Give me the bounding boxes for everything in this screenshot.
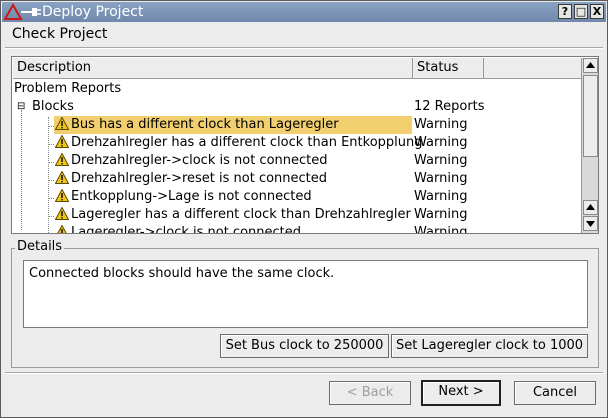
- warning-icon: [57, 225, 67, 233]
- next-button[interactable]: Next >: [421, 380, 501, 406]
- row-status: Warning: [414, 225, 468, 234]
- cancel-button[interactable]: Cancel: [514, 381, 596, 405]
- list-item[interactable]: Entkopplung->Lage is not connected Warni…: [13, 188, 581, 206]
- details-legend: Details: [15, 239, 65, 254]
- title-bar[interactable]: Deploy Project ? □ X: [2, 2, 606, 22]
- set-lageregler-clock-button[interactable]: Set Lageregler clock to 1000: [391, 334, 588, 358]
- arrow-up-icon: [586, 204, 595, 210]
- scroll-thumb[interactable]: [583, 75, 598, 157]
- list-item[interactable]: Drehzahlregler->clock is not connected W…: [13, 152, 581, 170]
- arrow-up-icon: [586, 62, 595, 68]
- warning-icon: [55, 117, 69, 130]
- scroll-top-button[interactable]: [583, 58, 598, 73]
- warning-icon: [55, 135, 69, 148]
- page-heading: Check Project: [12, 26, 108, 42]
- footer-separator: [5, 372, 603, 374]
- scroll-up-button[interactable]: [583, 200, 598, 215]
- row-status: Warning: [414, 135, 468, 150]
- warning-icon: [55, 171, 69, 184]
- scroll-down-button[interactable]: [583, 216, 598, 231]
- row-status: Warning: [414, 153, 468, 168]
- row-description: Lageregler has a different clock than Dr…: [71, 207, 411, 222]
- row-description: Bus has a different clock than Lageregle…: [71, 117, 339, 132]
- deploy-project-window: Deploy Project ? □ X Check Project Descr…: [0, 0, 608, 418]
- row-description: Drehzahlregler has a different clock tha…: [71, 135, 423, 150]
- window-title: Deploy Project: [42, 4, 144, 20]
- group-status: 12 Reports: [414, 99, 485, 114]
- tree-header: Description Status: [13, 58, 581, 79]
- list-item[interactable]: Bus has a different clock than Lageregle…: [13, 116, 581, 134]
- tree-group-row[interactable]: ⊟ Blocks 12 Reports: [13, 98, 581, 116]
- row-status: Warning: [414, 171, 468, 186]
- column-status[interactable]: Status: [413, 58, 484, 79]
- problem-tree[interactable]: Description Status Problem Reports ⊟ Blo…: [11, 56, 599, 234]
- app-logo-icon: [4, 3, 41, 20]
- arrow-down-icon: [586, 221, 595, 227]
- list-item[interactable]: Drehzahlregler->reset is not connected W…: [13, 170, 581, 188]
- row-description: Lageregler->clock is not connected: [71, 225, 302, 234]
- row-status: Warning: [414, 207, 468, 222]
- close-button[interactable]: X: [590, 4, 604, 19]
- help-button[interactable]: ?: [558, 4, 572, 19]
- vertical-scrollbar[interactable]: [581, 58, 598, 233]
- list-item[interactable]: Lageregler has a different clock than Dr…: [13, 206, 581, 224]
- tree-root-row[interactable]: Problem Reports: [13, 80, 581, 98]
- set-bus-clock-button[interactable]: Set Bus clock to 250000: [220, 334, 389, 358]
- row-description: Drehzahlregler->clock is not connected: [71, 153, 328, 168]
- column-description[interactable]: Description: [13, 58, 413, 79]
- warning-icon: [55, 207, 69, 220]
- details-text: Connected blocks should have the same cl…: [23, 260, 588, 328]
- back-button[interactable]: < Back: [329, 381, 411, 405]
- group-label: Blocks: [32, 99, 74, 114]
- warning-icon: [55, 189, 69, 202]
- list-item[interactable]: Drehzahlregler has a different clock tha…: [13, 134, 581, 152]
- root-label: Problem Reports: [14, 81, 122, 96]
- row-status: Warning: [414, 117, 468, 132]
- warning-icon: [55, 153, 69, 166]
- row-description: Entkopplung->Lage is not connected: [71, 189, 312, 204]
- row-description: Drehzahlregler->reset is not connected: [71, 171, 328, 186]
- header-separator: [5, 47, 603, 49]
- list-item[interactable]: Lageregler->clock is not connected Warni…: [13, 224, 581, 234]
- maximize-button[interactable]: □: [574, 4, 588, 19]
- row-status: Warning: [414, 189, 468, 204]
